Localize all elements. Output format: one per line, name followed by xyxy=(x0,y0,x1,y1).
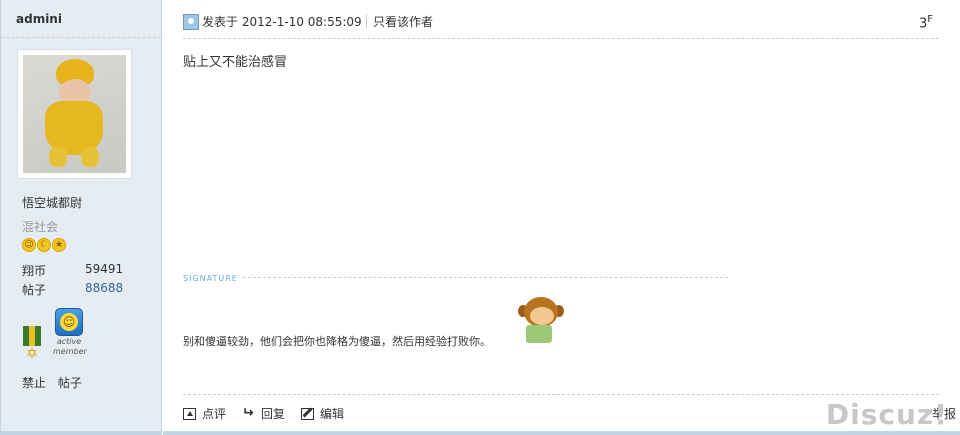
floor-number[interactable]: 3F xyxy=(919,14,933,31)
star-icon: ★ xyxy=(52,238,66,252)
author-group: 混社会 xyxy=(22,220,59,234)
main-bottom-bar xyxy=(163,431,960,435)
author-rank[interactable]: 悟空城都尉 xyxy=(22,194,82,211)
post-content: 贴上又不能治感冒 xyxy=(183,55,288,70)
signature-divider: SIGNATURE xyxy=(183,270,728,284)
medal-active-member-icon[interactable]: ☺ active member xyxy=(53,308,87,357)
stat-value-link[interactable]: 88688 xyxy=(85,281,123,295)
comment-icon xyxy=(183,407,196,420)
stat-value: 59491 xyxy=(85,262,124,276)
stat-label: 帖子 xyxy=(22,283,47,297)
avatar[interactable] xyxy=(17,49,132,179)
post-header: 发表于 2012-1-10 08:55:09 只看该作者 3F xyxy=(183,0,939,39)
post-container: admini 悟空城都尉 混社会 ☺ ☾ ★ 翔币 59491 帖子 88688… xyxy=(0,0,960,435)
edit-button[interactable]: 编辑 xyxy=(301,405,344,422)
sun-icon: ☺ xyxy=(22,238,36,252)
post-main: 发表于 2012-1-10 08:55:09 只看该作者 3F 贴上又不能治感冒… xyxy=(163,0,960,435)
reply-button[interactable]: 回复 xyxy=(242,405,285,422)
post-actions: 点评 回复 编辑 xyxy=(183,405,344,422)
monkey-emoticon-icon xyxy=(518,295,570,345)
reply-arrow-icon xyxy=(242,408,255,420)
moon-icon: ☾ xyxy=(37,238,51,252)
stat-coins: 翔币 59491 xyxy=(22,262,123,279)
stat-label: 翔币 xyxy=(22,264,47,278)
medal-label: active member xyxy=(53,337,87,356)
edit-icon xyxy=(301,407,315,420)
signature-text: 别和傻逼较劲，他们会把你也降格为傻逼，然后用经验打败你。 xyxy=(183,335,491,348)
rank-stars: ☺ ☾ ★ xyxy=(22,238,66,252)
divider xyxy=(366,14,367,28)
ban-link[interactable]: 禁止 xyxy=(22,376,46,390)
author-username[interactable]: admini xyxy=(1,0,161,38)
author-sidebar: admini 悟空城都尉 混社会 ☺ ☾ ★ 翔币 59491 帖子 88688… xyxy=(1,0,162,435)
stat-posts: 帖子 88688 xyxy=(22,281,123,298)
avatar-photo xyxy=(23,55,126,173)
offline-user-icon xyxy=(183,14,199,30)
footer-divider xyxy=(183,394,939,395)
discuz-watermark: Discuz! xyxy=(825,398,948,431)
signature-label: SIGNATURE xyxy=(183,274,242,283)
comment-button[interactable]: 点评 xyxy=(183,405,226,422)
post-time: 发表于 2012-1-10 08:55:09 xyxy=(202,15,362,29)
sidebar-bottom-bar xyxy=(1,431,162,435)
author-only-link[interactable]: 只看该作者 xyxy=(373,13,433,30)
medal-star-icon[interactable]: ✡ xyxy=(23,326,41,362)
posts-link[interactable]: 帖子 xyxy=(58,376,82,390)
author-actions: 禁止 帖子 xyxy=(22,374,90,391)
